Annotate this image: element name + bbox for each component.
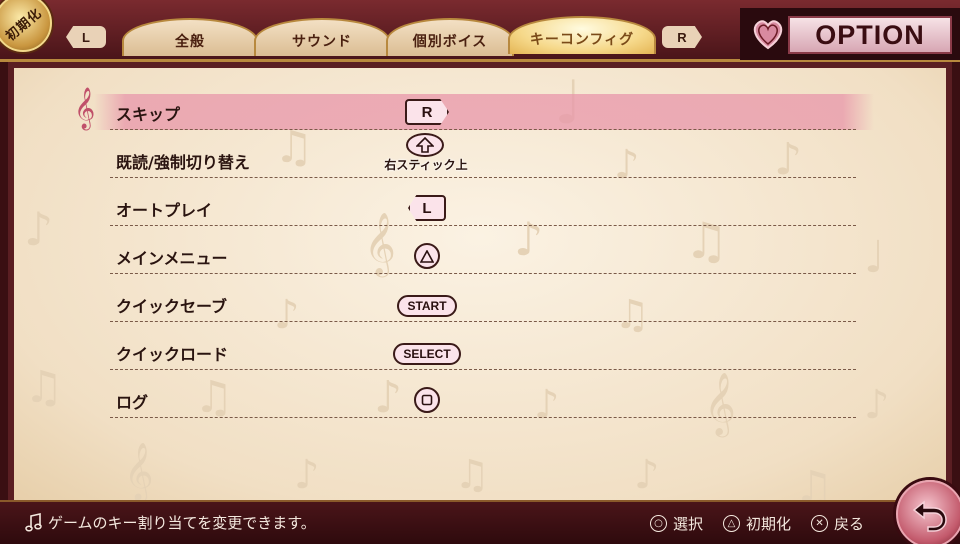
music-note-decor-icon: ♫	[24, 362, 64, 413]
l-button-glyph: L	[422, 199, 432, 217]
music-note-decor-icon: ♫	[794, 462, 834, 500]
tab-sound-label: サウンド	[292, 34, 352, 50]
music-note-decor-icon: ♪	[864, 382, 890, 428]
music-note-decor-icon: ♪	[294, 452, 320, 498]
tab-voice[interactable]: 個別ボイス	[386, 18, 514, 56]
select-button-glyph: SELECT	[403, 347, 451, 361]
music-note-decor-icon: ♪	[24, 202, 54, 256]
top-bar: 初期化 L 全般 サウンド 個別ボイス キーコンフィグ R OPTION	[0, 0, 960, 62]
right-stick-caption: 右スティック上	[384, 158, 468, 172]
keyconfig-row-main-menu[interactable]: メインメニュー	[110, 226, 856, 274]
keyconfig-row-label: スキップ	[116, 105, 181, 124]
keyconfig-row-quick-load[interactable]: クイックロード SELECT	[110, 322, 856, 370]
keyconfig-row-read-toggle[interactable]: 既読/強制切り替え 右スティック上	[110, 130, 856, 178]
select-control-label[interactable]: 選択	[673, 513, 703, 534]
music-note-icon	[25, 512, 42, 532]
cross-button-icon: ✕	[811, 515, 829, 532]
keyconfig-row-skip[interactable]: スキップ R	[110, 82, 856, 130]
bottom-bar: ゲームのキー割り当てを変更できます。 ○ 選択 △ 初期化 ✕ 戻る	[0, 480, 960, 544]
reset-button[interactable]: 初期化	[0, 0, 52, 52]
l-shoulder-label: L	[82, 29, 90, 45]
reset-label: 初期化	[3, 5, 46, 44]
key-config-panel: ♩ ♫ ♪ ♪ ♪ ♪ ♫ 𝄞 ♩ ♫ ♪ ♫ ♫ ♪ ♪ 𝄞 ♪ 𝄞 ♪ ♫ …	[8, 62, 952, 500]
option-title-plate: OPTION	[740, 8, 960, 60]
keyconfig-row-label: メインメニュー	[116, 249, 228, 268]
triangle-button-icon: △	[723, 515, 741, 532]
controls-legend: ○ 選択 △ 初期化 ✕ 戻る	[650, 513, 864, 534]
keyconfig-row-label: クイックセーブ	[116, 297, 228, 316]
tab-general-label: 全般	[175, 34, 205, 50]
r-shoulder-label: R	[677, 29, 687, 45]
start-button-glyph: START	[407, 299, 447, 313]
back-button[interactable]	[896, 480, 960, 544]
clef-decor-icon: 𝄞	[124, 442, 154, 500]
reset-control-label[interactable]: 初期化	[746, 513, 791, 534]
circle-button-icon: ○	[650, 515, 667, 532]
heart-ornament-icon	[746, 12, 790, 56]
right-stick-up-icon: 右スティック上	[376, 129, 476, 173]
keyconfig-row-label: 既読/強制切り替え	[116, 153, 250, 172]
start-button-icon: START	[392, 283, 462, 317]
triangle-button-icon	[392, 235, 462, 269]
l-button-icon: L	[392, 187, 462, 221]
page-title: OPTION	[788, 16, 952, 54]
square-button-icon	[392, 379, 462, 413]
r-button-icon: R	[392, 91, 462, 125]
tab-key-config-label: キーコンフィグ	[529, 32, 635, 48]
treble-clef-cursor-icon: 𝄞	[74, 88, 96, 129]
select-button-icon: SELECT	[392, 331, 462, 365]
tab-key-config[interactable]: キーコンフィグ	[508, 16, 656, 54]
keyconfig-row-label: オートプレイ	[116, 201, 213, 220]
l-shoulder-button[interactable]: L	[66, 26, 106, 48]
tab-voice-label: 個別ボイス	[412, 34, 488, 50]
music-note-decor-icon: ♫	[454, 452, 490, 498]
keyconfig-row-log[interactable]: ログ	[110, 370, 856, 418]
back-control-label[interactable]: 戻る	[834, 513, 864, 534]
tab-sound[interactable]: サウンド	[254, 18, 390, 56]
music-note-decor-icon: ♩	[864, 232, 885, 283]
help-text: ゲームのキー割り当てを変更できます。	[48, 514, 316, 532]
keyconfig-row-label: クイックロード	[116, 345, 229, 364]
music-note-decor-icon: ♪	[634, 452, 660, 498]
r-shoulder-button[interactable]: R	[662, 26, 702, 48]
help-text-area: ゲームのキー割り当てを変更できます。	[24, 512, 316, 533]
r-button-glyph: R	[421, 103, 433, 121]
keyconfig-row-quick-save[interactable]: クイックセーブ START	[110, 274, 856, 322]
keyconfig-row-label: ログ	[116, 393, 149, 412]
keyconfig-row-auto-play[interactable]: オートプレイ L	[110, 178, 856, 226]
tab-general[interactable]: 全般	[122, 18, 258, 56]
back-arrow-icon	[912, 500, 947, 532]
